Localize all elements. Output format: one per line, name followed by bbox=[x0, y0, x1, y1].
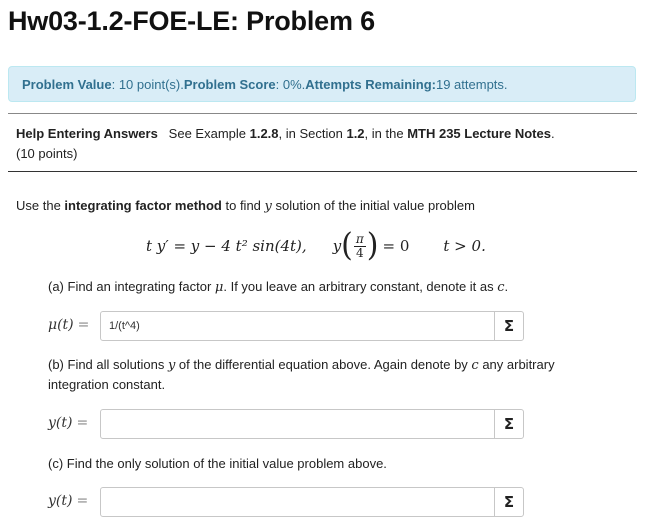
ic-function: y bbox=[332, 237, 342, 255]
part-a-label: μ(t) = bbox=[48, 317, 89, 333]
problem-value-text: : 10 point(s). bbox=[111, 76, 184, 92]
problem-title: Hw03-1.2-FOE-LE: Problem 6 bbox=[8, 6, 375, 36]
lecture-notes-link[interactable]: MTH 235 Lecture Notes bbox=[407, 126, 551, 141]
help-text: . bbox=[550, 126, 555, 141]
attempts-remaining-label: Attempts Remaining: bbox=[305, 76, 436, 92]
equation-editor-sigma-icon[interactable]: Σ bbox=[494, 488, 523, 516]
divider-top bbox=[8, 113, 637, 114]
help-text: See Example bbox=[168, 126, 250, 141]
help-text: , in the bbox=[364, 126, 408, 141]
mu-of-t: μ(t) bbox=[48, 317, 74, 333]
divider-bottom bbox=[8, 171, 637, 172]
equals-sign: = bbox=[77, 317, 90, 333]
equals-sign: = bbox=[76, 415, 89, 431]
ic-denominator: 4 bbox=[356, 245, 364, 260]
help-text: , in Section bbox=[278, 126, 347, 141]
ic-numerator: π bbox=[353, 231, 366, 247]
y-of-t: y(t) bbox=[48, 415, 73, 431]
points-text: (10 points) bbox=[16, 146, 78, 161]
question-text: . If you leave an arbitrary constant, de… bbox=[223, 279, 498, 294]
answer-field-c[interactable]: Σ bbox=[100, 487, 524, 517]
c-symbol: c bbox=[471, 358, 479, 373]
part-a-question: (a) Find an integrating factor μ. If you… bbox=[48, 277, 608, 297]
question-text: of the differential equation above. Agai… bbox=[175, 357, 472, 372]
statement-text: solution of the initial value problem bbox=[271, 198, 475, 213]
ic-rhs: = 0 bbox=[382, 237, 410, 255]
paren-open: ( bbox=[341, 227, 353, 264]
part-b-question: (b) Find all solutions y of the differen… bbox=[48, 355, 608, 394]
answer-a-input[interactable]: 1/(t^4) bbox=[109, 320, 494, 332]
question-text: (b) Find all solutions bbox=[48, 357, 168, 372]
differential-equation: t y′ = y − 4 t² sin(4t), y ( π 4 ) = 0 t… bbox=[146, 229, 486, 263]
problem-info-box: Problem Value: 10 point(s). Problem Scor… bbox=[8, 66, 636, 102]
domain-condition: t > 0. bbox=[443, 237, 486, 255]
y-of-t: y(t) bbox=[48, 493, 73, 509]
initial-condition: y ( π 4 ) = 0 bbox=[332, 227, 410, 264]
method-name: integrating factor method bbox=[64, 198, 222, 213]
part-b-label: y(t) = bbox=[48, 415, 88, 431]
c-symbol: c bbox=[497, 280, 505, 295]
equals-sign: = bbox=[76, 493, 89, 509]
example-ref: 1.2.8 bbox=[249, 126, 279, 141]
problem-statement: Use the integrating factor method to fin… bbox=[16, 198, 475, 215]
answer-field-a[interactable]: 1/(t^4) Σ bbox=[100, 311, 524, 341]
equation-lhs: t y′ = y − 4 t² sin(4t), bbox=[146, 237, 307, 255]
help-entering-answers-link[interactable]: Help Entering Answers bbox=[16, 126, 158, 141]
answer-field-b[interactable]: Σ bbox=[100, 409, 524, 439]
part-c-question: (c) Find the only solution of the initia… bbox=[48, 456, 387, 471]
statement-text: Use the bbox=[16, 198, 65, 213]
problem-value-label: Problem Value bbox=[22, 76, 112, 92]
help-section: Help Entering Answers See Example 1.2.8,… bbox=[16, 124, 555, 164]
ic-fraction: π 4 bbox=[353, 231, 366, 260]
question-text: (a) Find an integrating factor bbox=[48, 279, 215, 294]
question-text: . bbox=[504, 279, 509, 294]
part-c-label: y(t) = bbox=[48, 493, 88, 509]
paren-close: ) bbox=[366, 227, 379, 264]
variable-y: y bbox=[264, 199, 272, 214]
attempts-remaining-text: 19 attempts. bbox=[435, 76, 508, 92]
statement-text: to find bbox=[221, 198, 265, 213]
section-ref: 1.2 bbox=[346, 126, 365, 141]
problem-score-text: : 0%. bbox=[275, 76, 306, 92]
equation-editor-sigma-icon[interactable]: Σ bbox=[494, 410, 523, 438]
problem-score-label: Problem Score bbox=[183, 76, 276, 92]
equation-editor-sigma-icon[interactable]: Σ bbox=[494, 312, 523, 340]
